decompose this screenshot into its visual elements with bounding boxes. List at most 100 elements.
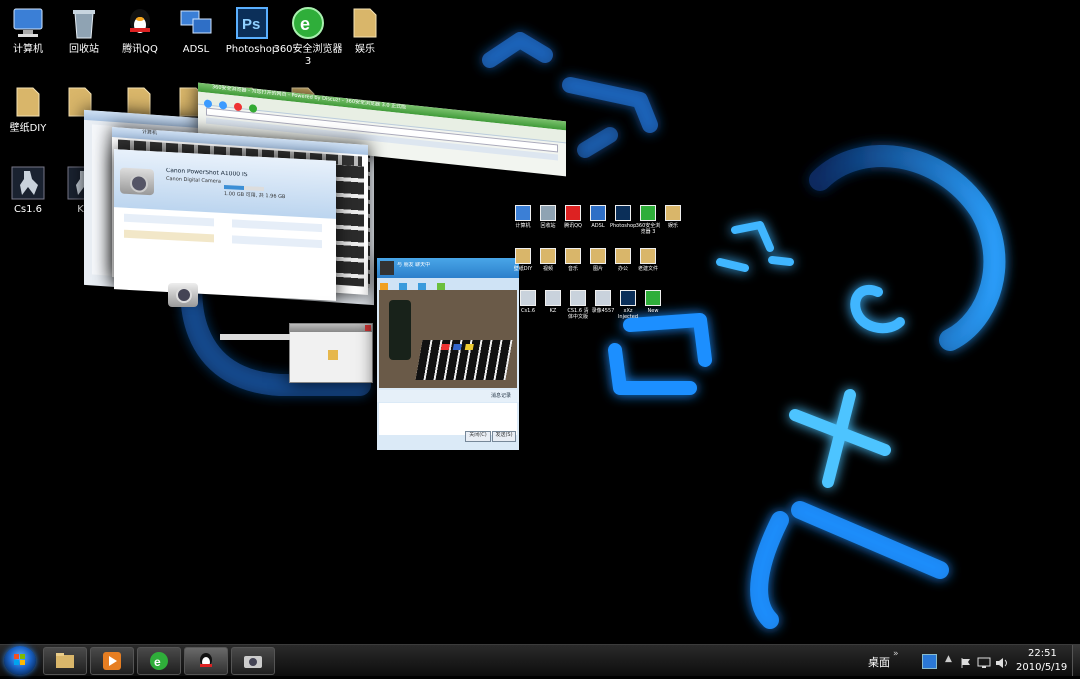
nav-pane xyxy=(92,124,114,276)
mini-desktop-icon[interactable]: ADSL xyxy=(585,205,611,229)
qq-penguin-icon xyxy=(122,5,158,41)
mini-desktop-icon-label: 音乐 xyxy=(567,266,578,272)
forward-icon[interactable] xyxy=(219,100,228,110)
show-hidden-icons-icon[interactable]: ▲ xyxy=(945,654,952,664)
mini-desktop-icon-label: New xyxy=(647,308,659,314)
folder-icon xyxy=(640,248,656,264)
show-desktop-button[interactable] xyxy=(1072,645,1080,676)
taskbar-camera-button[interactable] xyxy=(231,647,275,675)
title-bar xyxy=(290,324,372,332)
counter-strike-icon xyxy=(570,290,586,306)
action-center-flag-icon[interactable] xyxy=(960,654,972,668)
mini-desktop-icon[interactable]: 视频 xyxy=(535,248,561,272)
mini-desktop-icon-label: 录像4557 xyxy=(591,308,615,314)
network-icon[interactable] xyxy=(977,654,991,668)
send-button[interactable]: 发送(S) xyxy=(492,431,516,442)
app-tray-icon[interactable] xyxy=(922,654,937,669)
mini-desktop-icon[interactable]: Photoshop xyxy=(610,205,636,229)
action-item[interactable] xyxy=(124,229,214,243)
close-icon[interactable] xyxy=(365,325,371,331)
thumbnail-grid xyxy=(332,164,364,287)
taskbar-qq-button[interactable] xyxy=(184,647,228,675)
desktop-icon-entertainment-folder[interactable]: 娱乐 xyxy=(330,5,400,56)
keyboard-image xyxy=(415,340,513,380)
mini-desktop-icon-label: CS1.6 清体中文版 xyxy=(567,308,589,320)
folder-icon xyxy=(10,84,46,120)
refresh-icon[interactable] xyxy=(249,104,258,113)
folder-icon xyxy=(540,248,556,264)
mini-desktop-icon-label: 计算机 xyxy=(515,223,531,229)
message-history-button[interactable]: 消息记录 xyxy=(483,390,519,402)
mini-desktop-icon-label: 图片 xyxy=(592,266,603,272)
mini-desktop-icon[interactable]: 回收站 xyxy=(535,205,561,229)
folder-icon xyxy=(665,205,681,221)
mini-desktop-icon-label: ADSL xyxy=(591,223,605,229)
close-chat-button[interactable]: 关闭(C) xyxy=(465,431,491,442)
small-folder-window[interactable] xyxy=(289,323,373,383)
windows-logo-icon xyxy=(14,654,25,665)
back-icon[interactable] xyxy=(204,99,212,109)
taskbar-explorer-button[interactable] xyxy=(43,647,87,675)
camera-device-window[interactable]: Canon PowerShot A1000 IS Canon Digital C… xyxy=(114,149,336,301)
mini-desktop-icon[interactable]: 老建文件 xyxy=(635,248,661,272)
clock-time[interactable]: 22:51 xyxy=(1028,648,1057,659)
app-icon xyxy=(590,205,606,221)
mini-desktop-icon-label: Cs1.6 xyxy=(520,308,536,314)
mini-desktop-icon[interactable]: 壁纸DIY xyxy=(510,248,536,272)
mini-desktop-icon-label: 老建文件 xyxy=(637,266,658,272)
360-browser-icon: e xyxy=(150,652,168,670)
svg-text:e: e xyxy=(300,14,310,34)
action-item[interactable] xyxy=(232,235,322,249)
camera-icon xyxy=(120,167,154,196)
video-frame xyxy=(379,290,517,388)
avatar xyxy=(380,261,394,275)
desktop-icon-label: 娱乐 xyxy=(355,44,375,55)
svg-text:e: e xyxy=(154,655,161,669)
mini-desktop-icon[interactable]: 办公 xyxy=(610,248,636,272)
photoshop-icon: Ps xyxy=(234,5,270,41)
app-icon xyxy=(640,205,656,221)
mini-desktop-icon[interactable]: KZ xyxy=(540,290,566,314)
app-icon xyxy=(620,290,636,306)
folder-icon xyxy=(347,5,383,41)
desktop-icon-label: 壁纸DIY xyxy=(9,123,47,134)
chevron-right-icon[interactable]: » xyxy=(893,649,899,659)
desktop-toolbar-label[interactable]: 桌面 xyxy=(868,654,890,670)
folder-icon xyxy=(56,653,74,668)
app-icon xyxy=(565,205,581,221)
mini-desktop-icon[interactable]: 腾讯QQ xyxy=(560,205,586,229)
app-icon xyxy=(540,205,556,221)
taskbar-browser-button[interactable]: e xyxy=(137,647,181,675)
mini-desktop-icon-label: xXz Injected xyxy=(617,308,639,320)
clock-date[interactable]: 2010/5/19 xyxy=(1016,662,1067,673)
desktop-preview-tile[interactable]: 计算机 回收站 腾讯QQ ADSL Photoshop 360安全浏览器 3 娱乐 壁纸DI… xyxy=(510,200,681,330)
volume-icon[interactable] xyxy=(995,654,1009,668)
taskbar-media-player-button[interactable] xyxy=(90,647,134,675)
mini-desktop-icon[interactable]: xXz Injected xyxy=(615,290,641,320)
taskbar: e 桌面 » ▲ 22:51 2010/5/19 xyxy=(0,644,1080,676)
action-item[interactable] xyxy=(232,219,322,233)
mini-desktop-icon[interactable]: CS1.6 清体中文版 xyxy=(565,290,591,320)
mini-desktop-icon[interactable]: New xyxy=(640,290,666,314)
folder-icon xyxy=(515,248,531,264)
mini-desktop-icon[interactable]: Cs1.6 xyxy=(515,290,541,314)
start-button[interactable] xyxy=(4,646,36,675)
mini-desktop-icon[interactable]: 录像4557 xyxy=(590,290,616,314)
mini-desktop-icon[interactable]: 娱乐 xyxy=(660,205,686,229)
mini-desktop-icon[interactable]: 360安全浏览器 3 xyxy=(635,205,661,235)
mini-desktop-icon[interactable]: 音乐 xyxy=(560,248,586,272)
mini-desktop-icon[interactable]: 图片 xyxy=(585,248,611,272)
format-toolbar: 消息记录 xyxy=(377,390,519,402)
storage-info: 1.00 GB 可用, 共 1.96 GB xyxy=(224,190,286,201)
stop-icon[interactable] xyxy=(234,102,243,112)
qq-chat-window[interactable]: 与 朋友 聊天中 消息记录 关闭(C) 发送(S) xyxy=(377,258,519,450)
computer-icon xyxy=(10,5,46,41)
mini-desktop-icon[interactable]: 计算机 xyxy=(510,205,536,229)
action-item[interactable] xyxy=(124,213,214,227)
title-bar: 与 朋友 聊天中 xyxy=(377,258,519,278)
camera-app-icon[interactable] xyxy=(168,283,198,307)
recycle-bin-icon xyxy=(66,5,102,41)
mini-desktop-icon-label: 腾讯QQ xyxy=(564,223,582,229)
mini-desktop-icon-label: 360安全浏览器 3 xyxy=(635,223,661,235)
bottle-image xyxy=(389,300,411,360)
